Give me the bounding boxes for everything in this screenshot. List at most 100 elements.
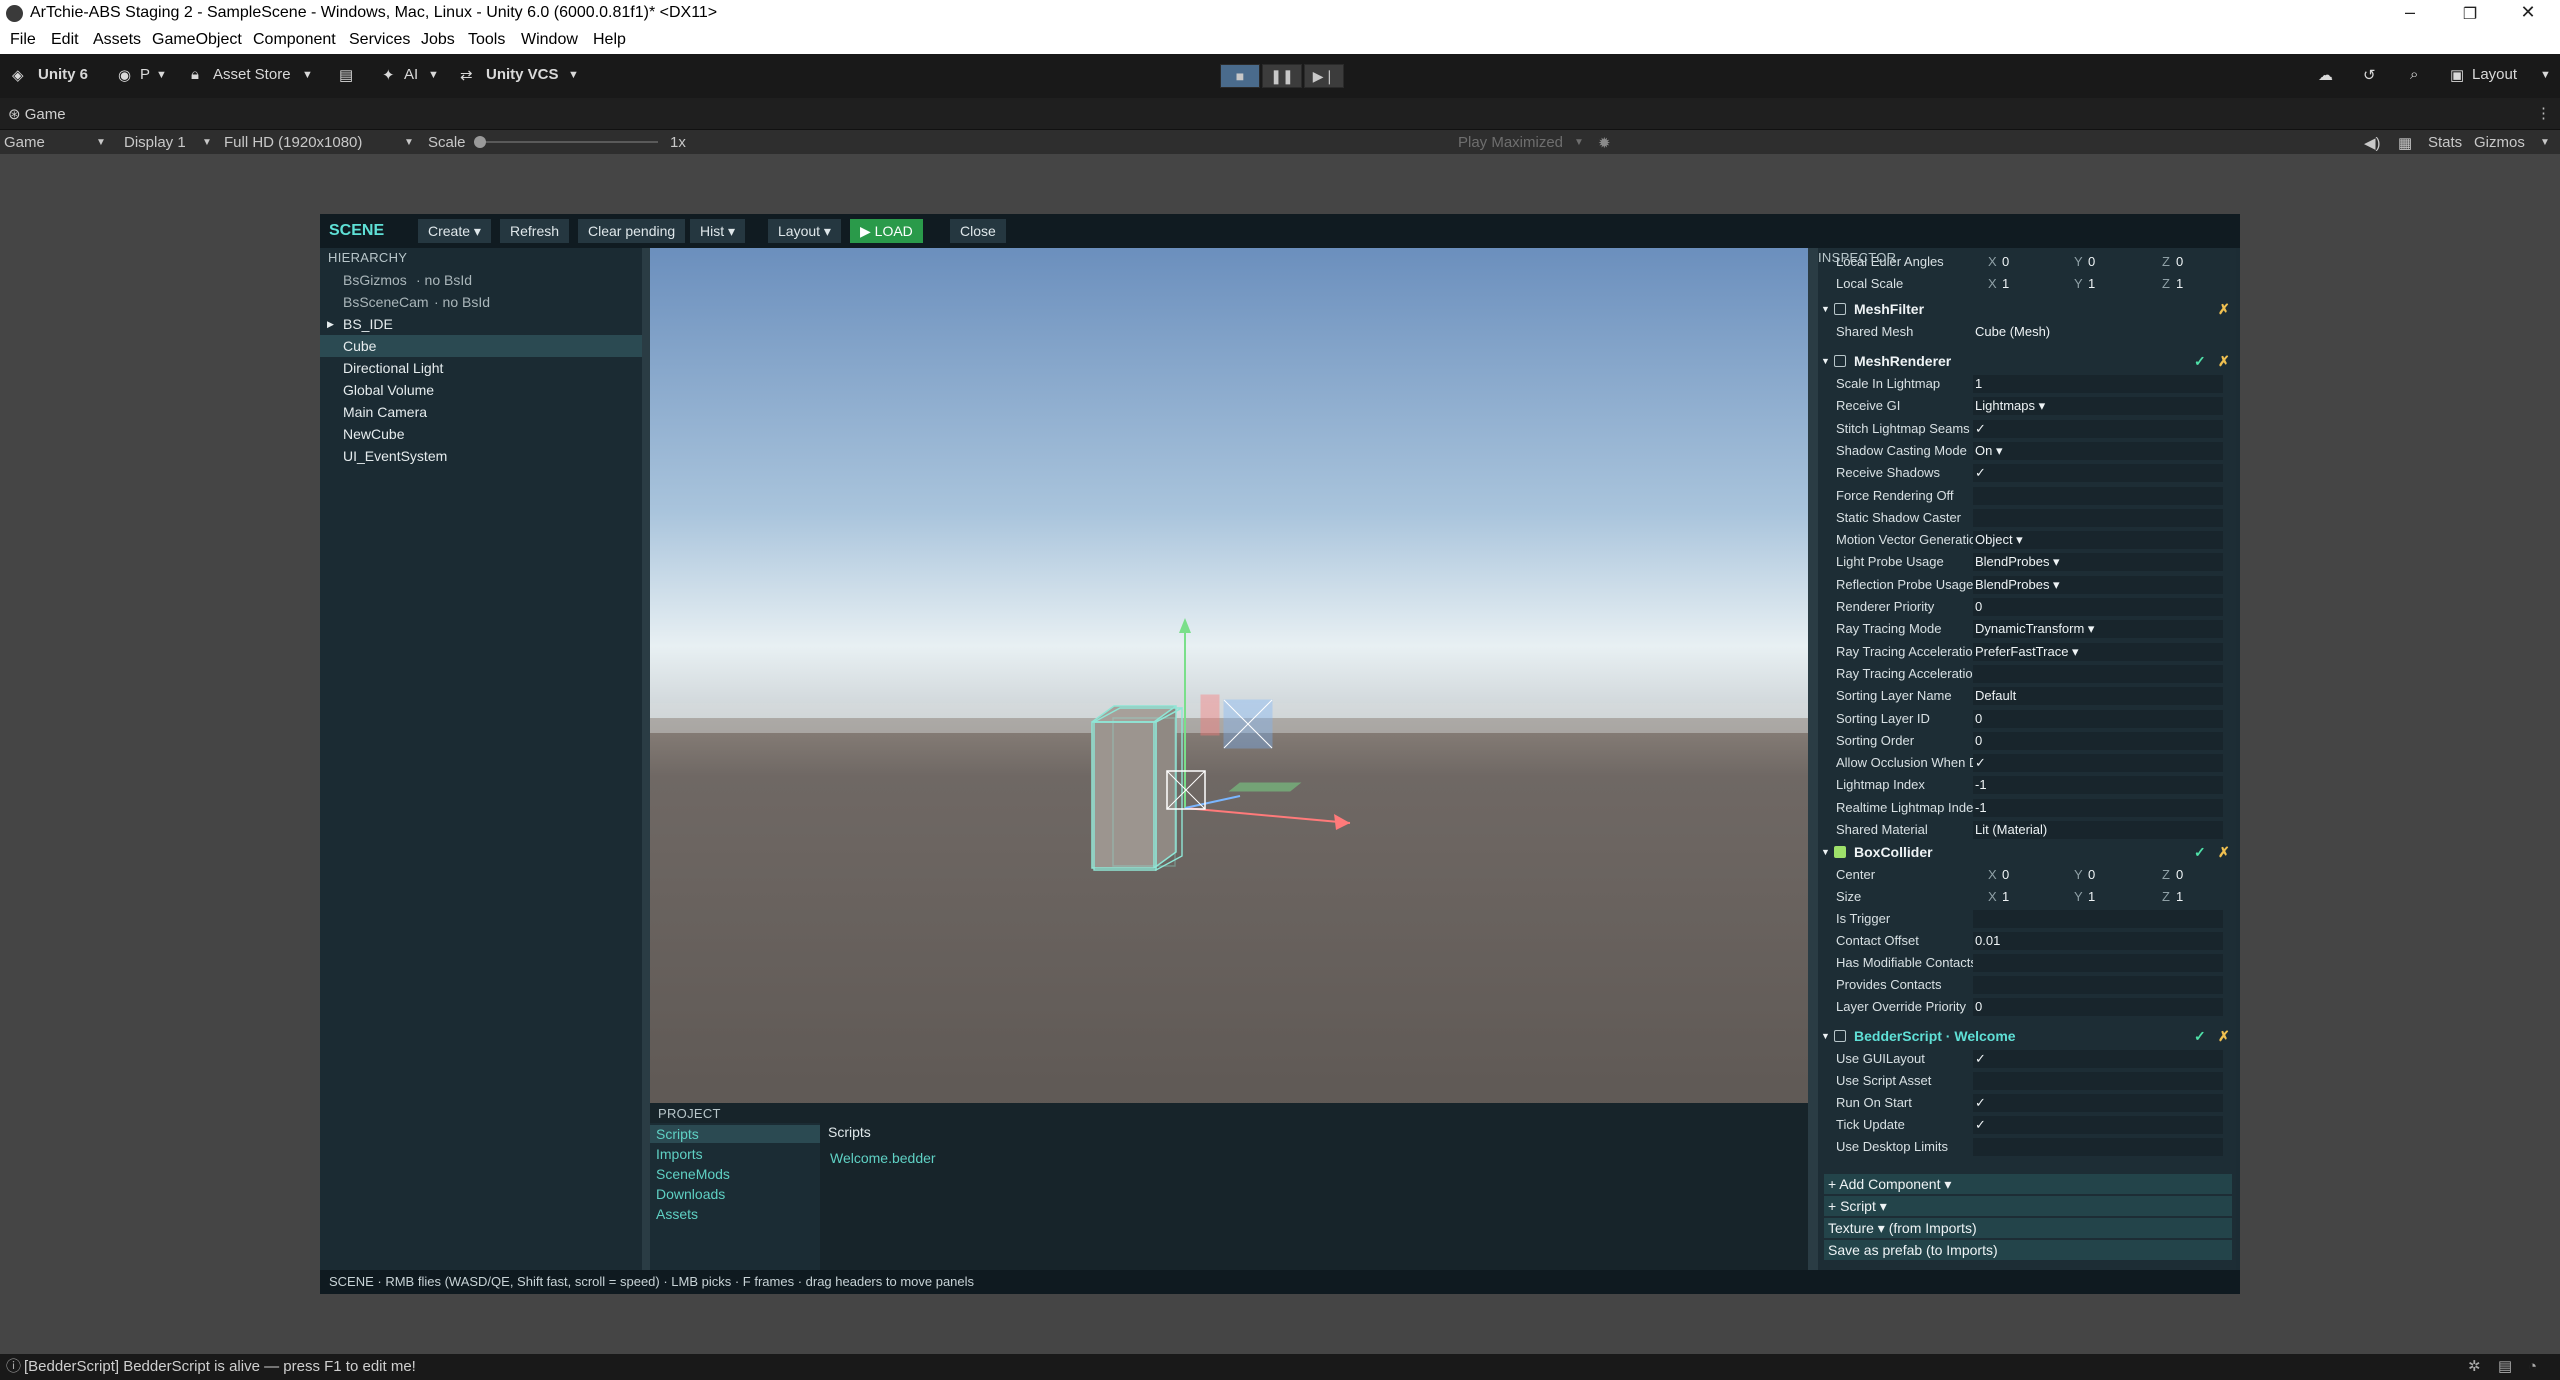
center-x-field[interactable]: 0 [2002,864,2009,886]
scale-z-field[interactable]: 1 [2176,273,2183,295]
bedderscript-header[interactable]: ▼ BedderScript · Welcome ✓ ✗ [1818,1024,2236,1048]
center-z-field[interactable]: 0 [2176,864,2183,886]
stats-button[interactable]: Stats [2428,134,2462,151]
hierarchy-item-selected[interactable]: Cube [320,335,642,357]
game-mode-dropdown[interactable]: Game [4,134,45,151]
folder-assets[interactable]: Assets [656,1206,698,1222]
scale-y-field[interactable]: 1 [2088,273,2095,295]
meshrenderer-property-value[interactable]: 1 [1973,375,2223,393]
meshrenderer-property-value[interactable]: DynamicTransform ▾ [1973,620,2223,639]
tab-menu-icon[interactable]: ⋮ [2536,104,2551,122]
remove-component-icon[interactable]: ✗ [2218,840,2230,864]
enabled-check-icon[interactable]: ✓ [2194,1024,2206,1048]
menu-assets[interactable]: Assets [93,31,141,49]
size-x-field[interactable]: 1 [2002,886,2009,908]
remove-component-icon[interactable]: ✗ [2218,1024,2230,1048]
hierarchy-item[interactable]: BsGizmos · no BsId [320,269,642,291]
meshrenderer-property-value[interactable]: 0 [1973,731,2223,750]
debug-icon[interactable]: ✲ [2468,1354,2481,1380]
pause-button[interactable]: ❚❚ [1262,64,1302,88]
hierarchy-item[interactable]: BsSceneCam · no BsId [320,291,642,313]
hierarchy-item[interactable]: NewCube [320,423,642,445]
bedderscript-property-value[interactable]: ✓ [1973,1116,2223,1134]
history-icon[interactable]: ↺ [2363,66,2376,84]
meshrenderer-property-value[interactable]: ✓ [1973,754,2223,773]
save-prefab-button[interactable]: Save as prefab (to Imports) [1824,1240,2232,1260]
bug-icon[interactable]: ✹ [1598,134,1611,152]
meshrenderer-property-value[interactable]: Lightmaps ▾ [1973,397,2223,416]
audio-icon[interactable]: ◀) [2364,134,2381,152]
enabled-check-icon[interactable]: ✓ [2194,349,2206,373]
shared-mesh-field[interactable]: Cube (Mesh) [1973,323,2223,341]
meshrenderer-property-value[interactable]: ✓ [1973,419,2223,438]
boxcollider-property-value[interactable] [1973,954,2223,972]
menu-tools[interactable]: Tools [468,31,505,49]
meshrenderer-property-value[interactable] [1973,664,2223,683]
minimize-icon[interactable]: – [2390,2,2430,23]
folder-scripts[interactable]: Scripts [656,1126,699,1142]
layout-dropdown-button[interactable]: Layout ▾ [768,219,841,243]
remove-component-icon[interactable]: ✗ [2218,349,2230,373]
add-component-button[interactable]: + Add Component ▾ [1824,1174,2232,1194]
gizmos-button[interactable]: Gizmos [2474,134,2525,151]
meshrenderer-property-value[interactable]: BlendProbes ▾ [1973,575,2223,594]
boxcollider-property-value[interactable]: 0 [1973,998,2223,1016]
meshrenderer-property-value[interactable]: On ▾ [1973,441,2223,460]
hierarchy-item[interactable]: Directional Light [320,357,642,379]
resolution-dropdown[interactable]: Full HD (1920x1080) [224,134,362,151]
collapse-arrow-icon[interactable]: ▼ [1821,1024,1830,1048]
asset-store-button[interactable]: Asset Store [213,66,291,83]
euler-y-field[interactable]: 0 [2088,251,2095,273]
menu-component[interactable]: Component [253,31,336,49]
step-button[interactable]: ▶❘ [1304,64,1344,88]
collapse-arrow-icon[interactable]: ▼ [1821,297,1830,321]
folder-scenemods[interactable]: SceneMods [656,1166,730,1182]
bedderscript-property-value[interactable]: ✓ [1973,1094,2223,1112]
unity-logo-icon[interactable]: ◈ [12,66,24,84]
center-y-field[interactable]: 0 [2088,864,2095,886]
meshfilter-header[interactable]: ▼ MeshFilter ✗ [1818,297,2236,321]
scene-viewport[interactable] [650,248,1808,1110]
activity-icon[interactable]: ◔ [2528,1354,2537,1380]
meshrenderer-property-value[interactable]: 0 [1973,598,2223,616]
aspect-icon[interactable]: ▦ [2398,134,2412,152]
meshrenderer-property-value[interactable]: Default [1973,687,2223,706]
scale-slider[interactable] [478,141,658,143]
search-icon[interactable]: ⌕ [2410,66,2418,83]
inspector-splitter[interactable] [1808,248,1818,1270]
bedderscript-property-value[interactable]: ✓ [1973,1050,2223,1068]
hierarchy-splitter[interactable] [642,248,650,1270]
meshrenderer-property-value[interactable]: -1 [1973,776,2223,795]
play-button[interactable]: ■ [1220,64,1260,88]
meshrenderer-property-value[interactable]: -1 [1973,798,2223,817]
refresh-button[interactable]: Refresh [500,219,570,243]
hierarchy-item[interactable]: UI_EventSystem [320,445,642,467]
euler-z-field[interactable]: 0 [2176,251,2183,273]
meshrenderer-property-value[interactable]: PreferFastTrace ▾ [1973,642,2223,661]
menu-gameobject[interactable]: GameObject [152,31,242,49]
clear-pending-button[interactable]: Clear pending [578,219,686,243]
meshrenderer-property-value[interactable] [1973,508,2223,527]
texture-button[interactable]: Texture ▾ (from Imports) [1824,1218,2232,1238]
hierarchy-item[interactable]: ▶ BS_IDE [320,313,642,335]
hist-button[interactable]: Hist ▾ [690,219,746,243]
meshrenderer-property-value[interactable]: 0 [1973,709,2223,728]
hierarchy-item[interactable]: Global Volume [320,379,642,401]
menu-help[interactable]: Help [593,31,626,49]
maximize-icon[interactable]: ❐ [2450,4,2490,24]
file-welcome-bedder[interactable]: Welcome.bedder [830,1150,936,1166]
size-z-field[interactable]: 1 [2176,886,2183,908]
close-icon[interactable]: ✕ [2508,2,2548,23]
hierarchy-item[interactable]: Main Camera [320,401,642,423]
remove-component-icon[interactable]: ✗ [2218,297,2230,321]
boxcollider-property-value[interactable]: 0.01 [1973,932,2223,950]
euler-x-field[interactable]: 0 [2002,251,2009,273]
account-icon[interactable]: ◉ [118,66,131,84]
menu-file[interactable]: File [10,31,36,49]
meshrenderer-property-value[interactable]: Object ▾ [1973,531,2223,550]
close-button[interactable]: Close [950,219,1006,243]
bake-icon[interactable]: ▤ [2498,1354,2512,1380]
package-icon[interactable]: ▤ [339,66,353,84]
menu-window[interactable]: Window [521,31,578,49]
bedderscript-property-value[interactable] [1973,1072,2223,1090]
